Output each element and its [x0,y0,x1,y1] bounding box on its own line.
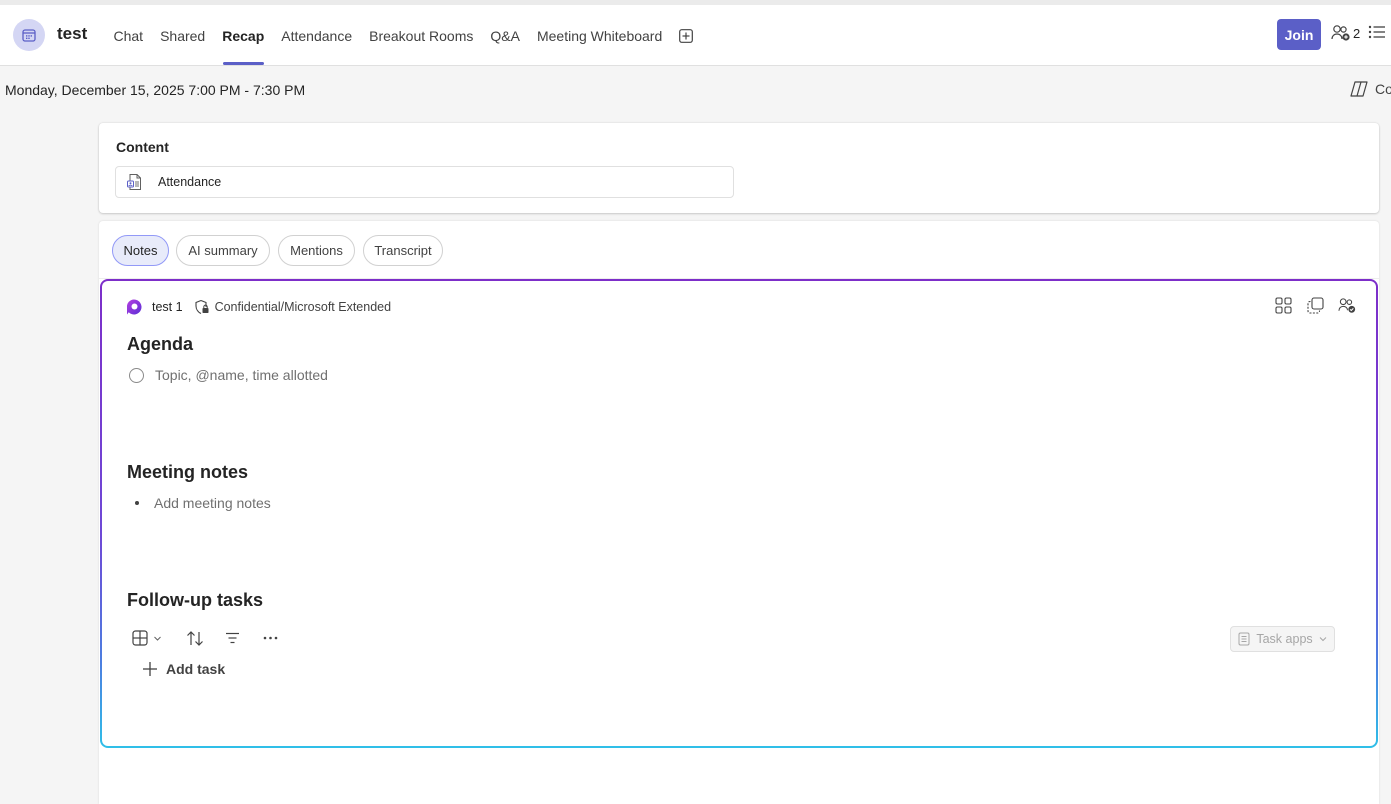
loop-notes-frame: test 1 Confidential/Microsoft Extended A… [100,279,1378,748]
meeting-tabs: Chat Shared Recap Attendance Breakout Ro… [105,5,701,66]
sensitivity-label[interactable]: Confidential/Microsoft Extended [215,300,391,314]
apps-grid-icon [1274,296,1292,314]
add-task-button[interactable]: Add task [142,661,225,677]
tab-chat[interactable]: Chat [105,5,152,66]
copilot-label: Co [1375,81,1391,97]
pill-mentions[interactable]: Mentions [278,235,355,266]
calendar-icon [13,19,45,51]
add-tab-button[interactable] [671,5,701,66]
add-tab-icon [678,28,693,43]
meeting-title: test [57,24,88,43]
tab-qa[interactable]: Q&A [482,5,529,66]
people-check-icon [1338,297,1356,313]
task-apps-icon [1238,632,1250,646]
shared-with-button[interactable] [1338,295,1356,315]
join-button[interactable]: Join [1277,19,1321,50]
more-options-button[interactable] [263,636,278,640]
copy-icon [1306,296,1324,314]
bullet-dot [135,501,139,505]
task-apps-button[interactable]: Task apps [1230,626,1335,652]
loop-logo-icon[interactable] [125,298,143,316]
loop-frame-actions [1274,295,1356,315]
copilot-icon [1350,81,1368,97]
followup-tasks-heading[interactable]: Follow-up tasks [127,590,263,611]
plus-icon [143,662,157,676]
pill-notes[interactable]: Notes [112,235,169,266]
content-card: Content Attendance [99,123,1379,213]
loop-component-name[interactable]: test 1 [152,300,183,314]
task-apps-label: Task apps [1256,632,1313,646]
meeting-details-button[interactable] [1368,24,1386,40]
agenda-heading[interactable]: Agenda [127,334,193,355]
apps-grid-button[interactable] [1274,295,1292,315]
participants-button[interactable]: 2 [1331,24,1360,42]
participant-count: 2 [1353,25,1361,41]
sort-button[interactable] [186,630,204,647]
tab-meeting-whiteboard[interactable]: Meeting Whiteboard [528,5,670,66]
filter-button[interactable] [225,631,240,645]
content-heading: Content [116,139,169,155]
meeting-notes-heading[interactable]: Meeting notes [127,462,248,483]
sensitivity-lock-icon [195,299,209,314]
agenda-placeholder[interactable]: Topic, @name, time allotted [155,367,328,383]
meeting-header: test Chat Shared Recap Attendance Breako… [0,5,1391,66]
meeting-date-time: Monday, December 15, 2025 7:00 PM - 7:30… [5,82,306,98]
task-toolbar [132,628,278,648]
list-icon [1368,25,1385,39]
agenda-item[interactable]: Topic, @name, time allotted [129,367,328,383]
table-icon [132,630,148,646]
people-icon [1331,25,1350,41]
copilot-button[interactable]: Co [1349,80,1391,98]
tab-breakout-rooms[interactable]: Breakout Rooms [361,5,482,66]
add-task-label: Add task [166,661,226,677]
chevron-down-icon [154,636,161,641]
attendance-file-item[interactable]: Attendance [115,166,734,198]
meeting-notes-placeholder[interactable]: Add meeting notes [154,495,271,511]
attendance-report-icon [127,174,141,190]
more-icon [263,636,278,640]
pill-transcript[interactable]: Transcript [363,235,443,266]
meeting-notes-item[interactable]: Add meeting notes [135,495,271,511]
table-view-button[interactable] [132,630,162,646]
agenda-checkbox[interactable] [129,367,144,383]
chevron-down-icon [1319,637,1326,642]
tab-attendance[interactable]: Attendance [273,5,361,66]
tab-shared[interactable]: Shared [152,5,214,66]
sort-icon [187,630,203,646]
pill-ai-summary[interactable]: AI summary [176,235,270,266]
tab-recap[interactable]: Recap [214,5,273,66]
loop-header: test 1 Confidential/Microsoft Extended [125,297,391,317]
filter-icon [226,632,239,644]
attendance-file-name: Attendance [158,175,222,189]
loop-notes-content: test 1 Confidential/Microsoft Extended A… [102,281,1376,746]
copy-component-button[interactable] [1306,295,1324,315]
